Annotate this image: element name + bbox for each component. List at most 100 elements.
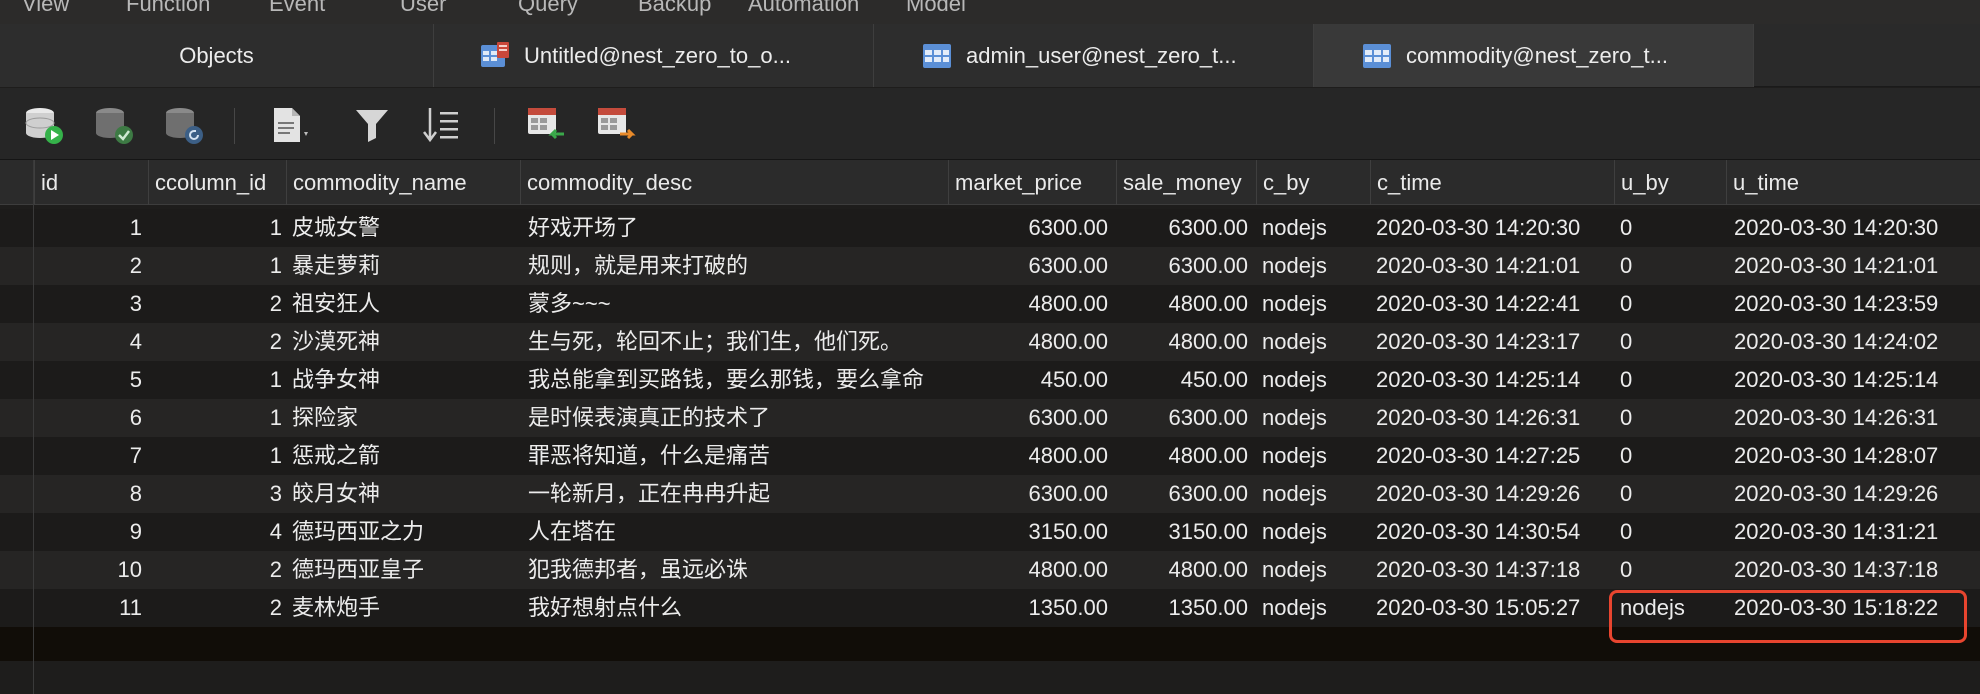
cell-c-time[interactable]: 2020-03-30 14:20:30 xyxy=(1376,209,1614,247)
cell-u-time[interactable]: 2020-03-30 14:23:59 xyxy=(1734,285,1980,323)
menu-view[interactable]: View xyxy=(22,0,69,17)
cell-commodity-name[interactable]: 探险家 xyxy=(292,399,518,437)
cell-market-price[interactable]: 6300.00 xyxy=(948,247,1108,285)
cell-u-time[interactable]: 2020-03-30 14:28:07 xyxy=(1734,437,1980,475)
table-row[interactable]: 9 4 德玛西亚之力 人在塔在 3150.00 3150.00 nodejs 2020-03-… xyxy=(0,513,1980,551)
cell-commodity-desc[interactable]: 犯我德邦者，虽远必诛 xyxy=(528,551,948,589)
cell-ccolumn-id[interactable]: 2 xyxy=(148,589,282,627)
cell-market-price[interactable]: 4800.00 xyxy=(948,285,1108,323)
column-header-sale-money[interactable]: sale_money xyxy=(1116,160,1256,205)
cell-c-time[interactable]: 2020-03-30 14:26:31 xyxy=(1376,399,1614,437)
column-header-market-price[interactable]: market_price xyxy=(948,160,1116,205)
cell-commodity-name[interactable]: 祖安狂人 xyxy=(292,285,518,323)
cell-u-by[interactable]: 0 xyxy=(1620,247,1724,285)
cell-id[interactable]: 6 xyxy=(34,399,142,437)
cell-ccolumn-id[interactable]: 1 xyxy=(148,209,282,247)
cell-market-price[interactable]: 4800.00 xyxy=(948,323,1108,361)
cell-u-time[interactable]: 2020-03-30 14:26:31 xyxy=(1734,399,1980,437)
cell-u-by[interactable]: 0 xyxy=(1620,399,1724,437)
import-icon[interactable] xyxy=(524,104,568,146)
cell-u-time[interactable]: 2020-03-30 14:29:26 xyxy=(1734,475,1980,513)
column-header-ccolumn-id[interactable]: ccolumn_id xyxy=(148,160,286,205)
cell-c-by[interactable]: nodejs xyxy=(1262,285,1370,323)
cell-sale-money[interactable]: 6300.00 xyxy=(1116,475,1248,513)
cell-id[interactable]: 3 xyxy=(34,285,142,323)
cell-c-time[interactable]: 2020-03-30 14:21:01 xyxy=(1376,247,1614,285)
column-header-c-time[interactable]: c_time xyxy=(1370,160,1614,205)
table-row[interactable]: 3 2 祖安狂人 蒙多~~~ 4800.00 4800.00 nodejs 2020-03-3… xyxy=(0,285,1980,323)
menu-function[interactable]: Function xyxy=(126,0,210,17)
cell-market-price[interactable]: 3150.00 xyxy=(948,513,1108,551)
cell-ccolumn-id[interactable]: 1 xyxy=(148,361,282,399)
cell-c-by[interactable]: nodejs xyxy=(1262,209,1370,247)
commit-icon[interactable] xyxy=(92,104,136,146)
table-row[interactable]: 8 3 皎月女神 一轮新月，正在冉冉升起 6300.00 6300.00 nodejs 202… xyxy=(0,475,1980,513)
cell-sale-money[interactable]: 4800.00 xyxy=(1116,551,1248,589)
cell-ccolumn-id[interactable]: 1 xyxy=(148,399,282,437)
cell-c-by[interactable]: nodejs xyxy=(1262,399,1370,437)
column-header-id[interactable]: id xyxy=(34,160,148,205)
cell-commodity-desc[interactable]: 罪恶将知道，什么是痛苦 xyxy=(528,437,948,475)
cell-sale-money[interactable]: 1350.00 xyxy=(1116,589,1248,627)
cell-commodity-desc[interactable]: 一轮新月，正在冉冉升起 xyxy=(528,475,948,513)
table-row[interactable]: 6 1 探险家 是时候表演真正的技术了 6300.00 6300.00 nodejs 2020… xyxy=(0,399,1980,437)
cell-c-time[interactable]: 2020-03-30 14:22:41 xyxy=(1376,285,1614,323)
cell-commodity-name[interactable]: 皎月女神 xyxy=(292,475,518,513)
tab-objects[interactable]: Objects xyxy=(0,24,434,87)
cell-u-by[interactable]: 0 xyxy=(1620,209,1724,247)
cell-id[interactable]: 1 xyxy=(34,209,142,247)
cell-commodity-desc[interactable]: 规则，就是用来打破的 xyxy=(528,247,948,285)
cell-commodity-name[interactable]: 德玛西亚之力 xyxy=(292,513,518,551)
cell-ccolumn-id[interactable]: 1 xyxy=(148,247,282,285)
tab-untitled-query[interactable]: Untitled@nest_zero_to_o... xyxy=(434,24,874,87)
cell-c-time[interactable]: 2020-03-30 14:23:17 xyxy=(1376,323,1614,361)
cell-c-time[interactable]: 2020-03-30 14:29:26 xyxy=(1376,475,1614,513)
cell-c-by[interactable]: nodejs xyxy=(1262,361,1370,399)
cell-c-time[interactable]: 2020-03-30 15:05:27 xyxy=(1376,589,1614,627)
cell-commodity-name[interactable]: 战争女神 xyxy=(292,361,518,399)
cell-sale-money[interactable]: 4800.00 xyxy=(1116,437,1248,475)
column-header-u-by[interactable]: u_by xyxy=(1614,160,1726,205)
text-view-icon[interactable] xyxy=(270,104,314,146)
cell-u-time[interactable]: 2020-03-30 14:31:21 xyxy=(1734,513,1980,551)
cell-c-by[interactable]: nodejs xyxy=(1262,475,1370,513)
cell-sale-money[interactable]: 6300.00 xyxy=(1116,209,1248,247)
column-header-commodity-desc[interactable]: commodity_desc xyxy=(520,160,948,205)
tab-commodity[interactable]: commodity@nest_zero_t... xyxy=(1314,24,1754,87)
cell-u-by[interactable]: 0 xyxy=(1620,361,1724,399)
cell-c-time[interactable]: 2020-03-30 14:37:18 xyxy=(1376,551,1614,589)
column-header-c-by[interactable]: c_by xyxy=(1256,160,1370,205)
cell-u-time[interactable]: 2020-03-30 14:20:30 xyxy=(1734,209,1980,247)
cell-sale-money[interactable]: 6300.00 xyxy=(1116,247,1248,285)
cell-c-by[interactable]: nodejs xyxy=(1262,551,1370,589)
cell-commodity-name[interactable]: 沙漠死神 xyxy=(292,323,518,361)
cell-c-by[interactable]: nodejs xyxy=(1262,589,1370,627)
cell-u-by[interactable]: 0 xyxy=(1620,513,1724,551)
cell-c-time[interactable]: 2020-03-30 14:30:54 xyxy=(1376,513,1614,551)
menu-backup[interactable]: Backup xyxy=(638,0,711,17)
sort-icon[interactable] xyxy=(420,104,464,146)
cell-ccolumn-id[interactable]: 2 xyxy=(148,551,282,589)
cell-market-price[interactable]: 6300.00 xyxy=(948,399,1108,437)
cell-commodity-name[interactable]: 麦林炮手 xyxy=(292,589,518,627)
cell-id[interactable]: 10 xyxy=(34,551,142,589)
cell-c-by[interactable]: nodejs xyxy=(1262,323,1370,361)
table-row[interactable]: 2 1 暴走萝莉 规则，就是用来打破的 6300.00 6300.00 nodejs 2020… xyxy=(0,247,1980,285)
column-header-u-time[interactable]: u_time xyxy=(1726,160,1980,205)
cell-u-time[interactable]: 2020-03-30 14:37:18 xyxy=(1734,551,1980,589)
cell-ccolumn-id[interactable]: 2 xyxy=(148,323,282,361)
menu-event[interactable]: Event xyxy=(269,0,325,17)
cell-commodity-desc[interactable]: 是时候表演真正的技术了 xyxy=(528,399,948,437)
cell-market-price[interactable]: 4800.00 xyxy=(948,437,1108,475)
cell-id[interactable]: 5 xyxy=(34,361,142,399)
rollback-icon[interactable] xyxy=(162,104,206,146)
cell-c-time[interactable]: 2020-03-30 14:25:14 xyxy=(1376,361,1614,399)
cell-commodity-desc[interactable]: 我总能拿到买路钱，要么那钱，要么拿命 xyxy=(528,361,948,399)
cell-id[interactable]: 7 xyxy=(34,437,142,475)
cell-c-by[interactable]: nodejs xyxy=(1262,513,1370,551)
menu-automation[interactable]: Automation xyxy=(748,0,859,17)
cell-commodity-name[interactable]: 德玛西亚皇子 xyxy=(292,551,518,589)
cell-u-time[interactable]: 2020-03-30 14:24:02 xyxy=(1734,323,1980,361)
table-row[interactable]: 10 2 德玛西亚皇子 犯我德邦者，虽远必诛 4800.00 4800.00 nodejs 2… xyxy=(0,551,1980,589)
table-row[interactable]: 4 2 沙漠死神 生与死，轮回不止；我们生，他们死。 4800.00 4800.00 nod… xyxy=(0,323,1980,361)
